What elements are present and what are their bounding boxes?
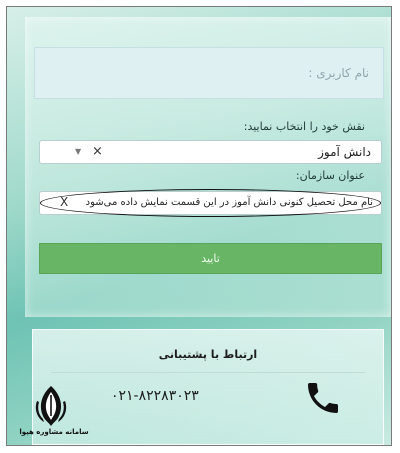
phone-icon[interactable] <box>303 378 343 418</box>
role-select-value: دانش آموز <box>318 145 371 159</box>
username-input[interactable]: نام کاربری : <box>34 47 384 99</box>
org-title-value: نام محل تحصیل کنونی دانش آموز در این قسم… <box>85 197 373 208</box>
support-title: ارتباط با پشتیبانی <box>158 348 258 361</box>
org-clear-icon[interactable]: X <box>60 195 68 209</box>
watermark-brand: سامانه مشاوره هپوا <box>19 428 89 436</box>
pen-emblem-icon <box>35 386 67 426</box>
role-label: نقش خود را انتخاب نمایید: <box>243 120 365 133</box>
submit-button-label: تایید <box>201 252 220 265</box>
org-label: عنوان سازمان: <box>295 169 365 182</box>
username-placeholder: نام کاربری : <box>308 66 369 80</box>
clear-icon[interactable]: × <box>92 144 103 159</box>
org-title-input[interactable]: نام محل تحصیل کنونی دانش آموز در این قسم… <box>39 189 382 217</box>
app-frame: نام کاربری : نقش خود را انتخاب نمایید: د… <box>6 6 392 446</box>
chevron-down-icon[interactable]: ▼ <box>75 147 81 156</box>
watermark-logo: سامانه مشاوره هپوا <box>14 385 94 447</box>
role-select[interactable]: دانش آموز × ▼ <box>39 140 382 164</box>
submit-button[interactable]: تایید <box>39 243 382 274</box>
support-divider <box>51 372 365 373</box>
support-phone-number[interactable]: ۰۲۱-۸۲۲۸۳۰۲۳ <box>111 388 199 404</box>
